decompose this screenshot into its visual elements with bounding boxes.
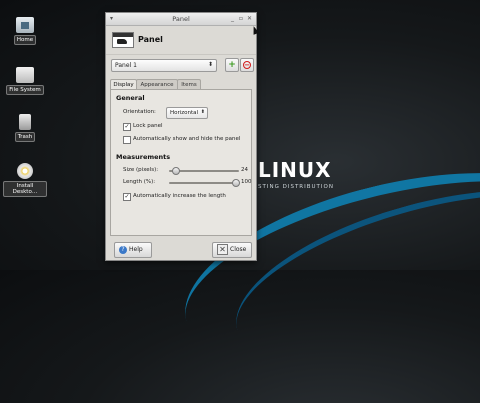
home-folder-icon [16,17,34,33]
tab-strip: Display Appearance Items [110,79,252,90]
wallpaper-subtitle: STING DISTRIBUTION [258,184,334,190]
size-slider-handle[interactable] [172,167,180,175]
desktop-icon-install[interactable]: Install Deskto… [3,163,47,197]
drive-icon [16,67,34,83]
chevron-updown-icon: ⬍ [200,109,205,115]
autolength-checkbox[interactable]: ✓ [123,193,131,201]
panel-select-row: Panel 1 ⬍ + − [111,58,254,72]
remove-panel-button[interactable]: − [240,58,254,72]
help-button[interactable]: ? Help [114,242,152,258]
orientation-select[interactable]: Horizontal ⬍ [166,107,208,119]
lock-panel-label: Lock panel [133,123,163,129]
length-value: 100 [241,179,252,185]
remove-icon: − [243,61,251,69]
orientation-value: Horizontal [170,109,199,116]
orientation-label: Orientation: [123,109,156,115]
maximize-icon[interactable]: ▫ [239,15,243,22]
trash-icon [19,114,31,130]
autolength-label: Automatically increase the length [133,193,226,199]
desktop-icon-label: Install Deskto… [3,181,47,197]
help-icon: ? [119,245,127,254]
lock-panel-checkbox[interactable]: ✓ [123,123,131,131]
close-button[interactable]: ✕ Close [212,242,252,258]
desktop-icon-label: Home [13,35,37,45]
desktop-icon-home[interactable]: Home [3,17,47,45]
size-label: Size (pixels): [123,167,159,173]
add-panel-button[interactable]: + [225,58,239,72]
disc-icon [17,163,33,179]
close-label: Close [230,246,247,253]
close-icon: ✕ [217,244,228,255]
panel-preferences-window: ▾ Panel _ ▫ ✕ Panel Panel 1 ⬍ + − Displa… [105,12,257,261]
header-title: Panel [138,35,163,44]
desktop-icon-label: File System [6,85,44,95]
autohide-checkbox[interactable] [123,136,131,144]
desktop-icon-filesystem[interactable]: File System [3,67,47,95]
titlebar[interactable]: ▾ Panel _ ▫ ✕ [106,13,256,26]
dialog-header: Panel [106,26,256,55]
panel-select[interactable]: Panel 1 ⬍ [111,59,217,72]
general-heading: General [116,94,145,102]
close-icon[interactable]: ✕ [247,15,252,22]
autohide-label: Automatically show and hide the panel [133,136,241,142]
size-value: 24 [241,167,248,173]
length-slider-handle[interactable] [232,179,240,187]
help-label: Help [129,246,143,253]
length-slider[interactable] [169,179,240,187]
size-slider[interactable] [169,167,239,175]
length-label: Length (%): [123,179,156,185]
mouse-pointer-icon [250,25,260,35]
panel-select-value: Panel 1 [115,62,137,69]
panel-app-icon [112,32,134,48]
measurements-heading: Measurements [116,153,171,161]
chevron-down-icon: ⬍ [207,61,213,68]
desktop-icon-trash[interactable]: Trash [3,114,47,142]
desktop-icon-label: Trash [14,132,36,142]
wallpaper-title: LINUX [258,158,332,182]
minimize-icon[interactable]: _ [231,15,234,22]
desktop: { "desktop": { "icons": [ {"label":"Home… [0,0,480,403]
display-tab-content: General Orientation: Horizontal ⬍ ✓ Lock… [110,89,252,236]
